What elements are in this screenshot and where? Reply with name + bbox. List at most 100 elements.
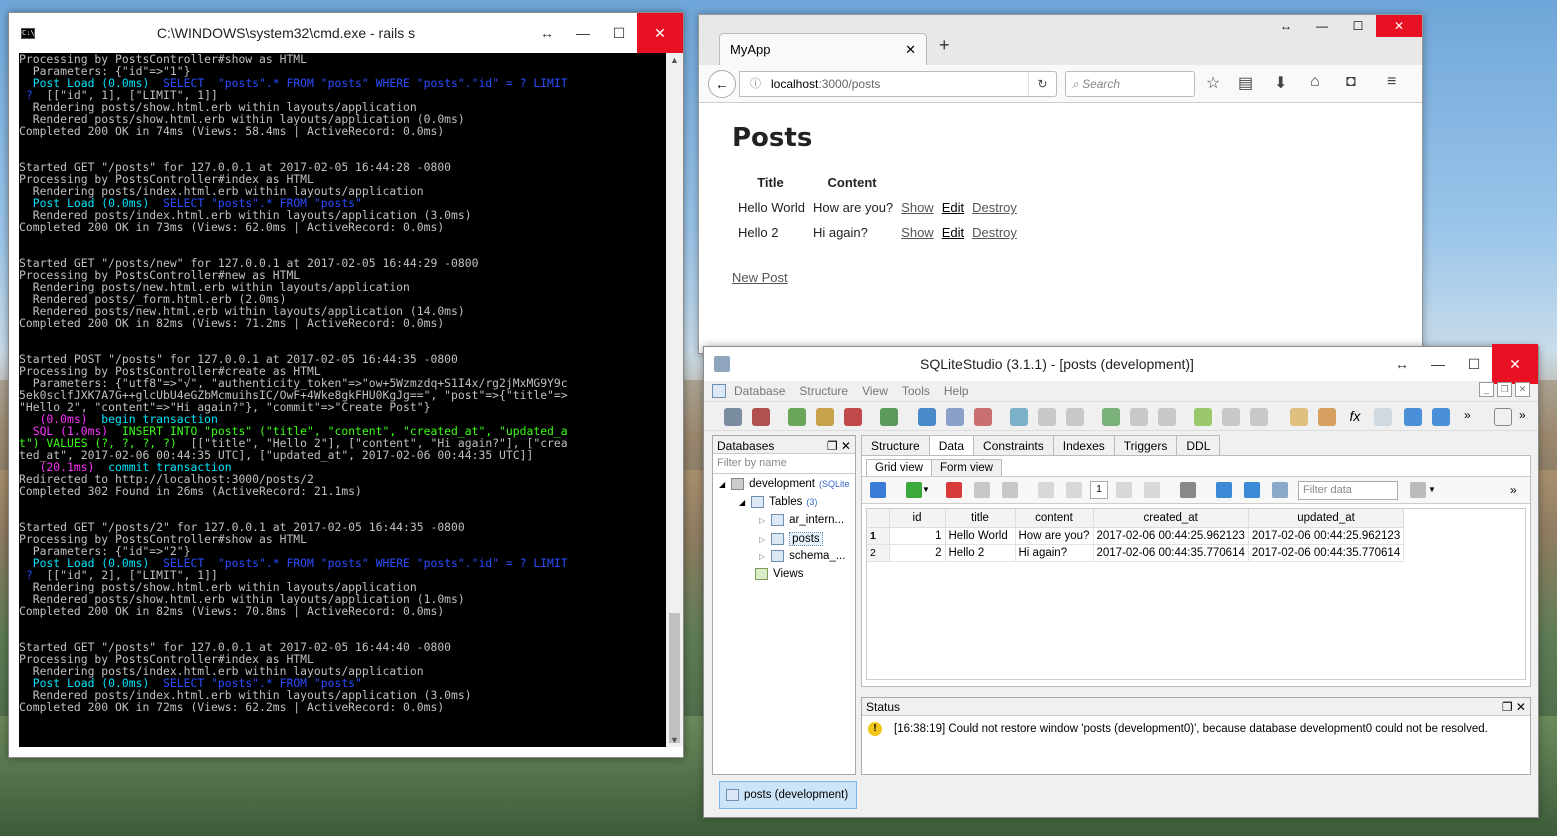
tab-data[interactable]: Data (928, 435, 975, 455)
cmd-titlebar[interactable]: C:\ C:\WINDOWS\system32\cmd.exe - rails … (9, 13, 683, 53)
refresh-icon[interactable] (880, 408, 898, 426)
edit-trigger-icon[interactable] (1130, 408, 1148, 426)
expand-arrow-icon[interactable]: ◢ (719, 480, 725, 489)
filter-data-input[interactable]: Filter data (1298, 481, 1398, 500)
tree-item-tables[interactable]: ◢ Tables (3) (739, 496, 817, 508)
resize-icon[interactable]: ↔ (529, 13, 565, 53)
next-page-icon[interactable] (1116, 482, 1132, 498)
menu-database[interactable]: Database (734, 384, 785, 398)
menu-help[interactable]: Help (944, 384, 969, 398)
edit-link[interactable]: Edit (942, 225, 964, 240)
resize-icon[interactable]: ↔ (1268, 15, 1304, 37)
more-grid-tools-icon[interactable]: » (1510, 482, 1526, 498)
tab-ddl[interactable]: DDL (1176, 435, 1221, 455)
collapse-arrow-icon[interactable]: ▷ (759, 552, 765, 561)
row-number[interactable]: 1 (867, 527, 890, 545)
tree-item-table[interactable]: ▷ ar_intern... (759, 514, 844, 526)
sql-editor-icon[interactable] (1290, 408, 1308, 426)
edit-table-icon[interactable] (946, 408, 964, 426)
table-row[interactable]: 1 1 Hello World How are you? 2017-02-06 … (867, 527, 1405, 545)
cell-created-at[interactable]: 2017-02-06 00:44:25.962123 (1093, 527, 1249, 545)
panel-float-close-icon[interactable]: ❐ ✕ (1502, 700, 1526, 714)
bookmark-star-icon[interactable]: ☆ (1206, 73, 1220, 93)
import-data-icon[interactable] (1216, 482, 1232, 498)
cell-updated-at[interactable]: 2017-02-06 00:44:35.770614 (1248, 544, 1405, 562)
delete-row-icon[interactable] (946, 482, 962, 498)
menu-structure[interactable]: Structure (799, 384, 848, 398)
page-number-input[interactable]: 1 (1090, 481, 1108, 499)
row-number[interactable]: 2 (867, 544, 890, 562)
minimize-button[interactable]: — (565, 13, 601, 53)
delete-trigger-icon[interactable] (1158, 408, 1176, 426)
show-link[interactable]: Show (901, 225, 934, 240)
grid-column-header[interactable]: title (945, 509, 1016, 528)
edit-index-icon[interactable] (1038, 408, 1056, 426)
cell-created-at[interactable]: 2017-02-06 00:44:35.770614 (1093, 544, 1249, 562)
task-posts-development[interactable]: posts (development) (719, 781, 857, 809)
scroll-down-arrow-icon[interactable]: ▼ (666, 735, 683, 745)
url-bar[interactable]: ⓘ localhost:3000/posts ↻ (739, 71, 1057, 97)
tree-item-views[interactable]: Views (755, 568, 803, 580)
tab-constraints[interactable]: Constraints (973, 435, 1054, 455)
previous-page-icon[interactable] (1066, 482, 1082, 498)
functions-icon[interactable]: fx (1346, 408, 1364, 426)
new-tab-icon[interactable]: + (939, 35, 950, 56)
commit-icon[interactable] (974, 482, 990, 498)
add-database-icon[interactable] (788, 408, 806, 426)
maximize-button[interactable]: ☐ (1340, 15, 1376, 37)
panel-float-close-icon[interactable]: ❐ ✕ (827, 439, 851, 453)
cell-updated-at[interactable]: 2017-02-06 00:44:25.962123 (1248, 527, 1405, 545)
collations-icon[interactable] (1374, 408, 1392, 426)
download-icon[interactable]: ⬇ (1274, 73, 1287, 93)
delete-view-icon[interactable] (1250, 408, 1268, 426)
cell-content[interactable]: Hi again? (1015, 544, 1094, 562)
cell-content[interactable]: How are you? (1015, 527, 1094, 545)
delete-table-icon[interactable] (974, 408, 992, 426)
close-button[interactable]: ✕ (1492, 344, 1538, 384)
filter-dropdown-icon[interactable]: ▼ (1428, 482, 1444, 498)
collapse-arrow-icon[interactable]: ▷ (759, 516, 765, 525)
scroll-up-arrow-icon[interactable]: ▲ (666, 55, 683, 65)
edit-database-icon[interactable] (816, 408, 834, 426)
create-table-icon[interactable] (918, 408, 936, 426)
mdi-restore-button[interactable]: ❐ (1497, 382, 1512, 397)
reading-list-icon[interactable]: ▤ (1238, 73, 1253, 93)
show-link[interactable]: Show (901, 200, 934, 215)
menu-view[interactable]: View (862, 384, 888, 398)
cell-title[interactable]: Hello 2 (945, 544, 1016, 562)
new-post-link[interactable]: New Post (732, 270, 1389, 285)
first-page-icon[interactable] (1038, 482, 1054, 498)
refresh-data-icon[interactable] (870, 482, 886, 498)
destroy-link[interactable]: Destroy (972, 225, 1017, 240)
more-windows-icon[interactable]: » (1519, 408, 1537, 426)
delete-index-icon[interactable] (1066, 408, 1084, 426)
edit-view-icon[interactable] (1222, 408, 1240, 426)
resize-icon[interactable]: ↔ (1384, 344, 1420, 384)
destroy-link[interactable]: Destroy (972, 200, 1017, 215)
disconnect-icon[interactable] (752, 408, 770, 426)
export-data-icon[interactable] (1244, 482, 1260, 498)
print-icon[interactable] (1180, 482, 1196, 498)
mdi-minimize-button[interactable]: _ (1479, 382, 1494, 397)
create-index-icon[interactable] (1010, 408, 1028, 426)
remove-database-icon[interactable] (844, 408, 862, 426)
cell-id[interactable]: 1 (889, 527, 946, 545)
minimize-button[interactable]: — (1420, 344, 1456, 384)
tab-triggers[interactable]: Triggers (1113, 435, 1178, 455)
create-view-icon[interactable] (1194, 408, 1212, 426)
tile-windows-icon[interactable] (1494, 408, 1512, 426)
home-icon[interactable]: ⌂ (1310, 73, 1320, 91)
last-page-icon[interactable] (1144, 482, 1160, 498)
insert-row-icon[interactable] (906, 482, 922, 498)
maximize-button[interactable]: ☐ (1456, 344, 1492, 384)
ddl-history-icon[interactable] (1318, 408, 1336, 426)
edit-link[interactable]: Edit (942, 200, 964, 215)
grid-column-header[interactable]: content (1015, 509, 1094, 528)
filter-by-name-input[interactable]: Filter by name (713, 454, 855, 474)
insert-dropdown-icon[interactable]: ▼ (922, 482, 938, 498)
search-input[interactable]: ⌕ Search (1065, 71, 1195, 97)
cell-title[interactable]: Hello World (945, 527, 1016, 545)
browser-tab[interactable]: MyApp ✕ (719, 33, 927, 65)
populate-table-icon[interactable] (1272, 482, 1288, 498)
sqlite-titlebar[interactable]: SQLiteStudio (3.1.1) - [posts (developme… (704, 344, 1538, 384)
